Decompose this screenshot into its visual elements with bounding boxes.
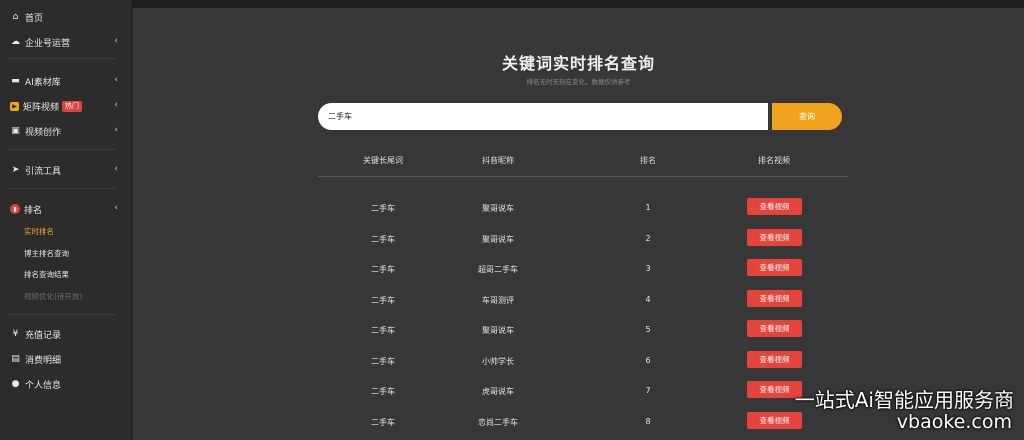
- cell-nickname: 小帅学长: [482, 356, 514, 366]
- header-divider: [318, 176, 848, 177]
- nav-ai-library-label: AI素材库: [25, 77, 61, 88]
- view-video-button[interactable]: 查看视频: [747, 320, 802, 337]
- money-icon: ▤: [11, 354, 20, 364]
- nav-consumption-label: 消费明细: [25, 355, 62, 366]
- header-keyword: 关键长尾词: [363, 156, 403, 165]
- film-icon: ▣: [11, 126, 20, 136]
- cell-nickname: 聚哥说车: [482, 204, 514, 213]
- yen-icon: ¥: [12, 329, 19, 339]
- sidebar: ⌂ 首页 ☁ 企业号运营 ‹ ▬ AI素材库 ‹ ▶ 矩阵视频 热门 ‹ ▣ 视…: [0, 0, 132, 440]
- cell-nickname: 虎哥说车: [482, 387, 514, 396]
- view-video-button[interactable]: 查看视频: [747, 259, 802, 276]
- send-icon: ➤: [11, 165, 20, 175]
- page-title: 关键词实时排名查询: [501, 54, 655, 73]
- cell-keyword: 二手车: [371, 234, 395, 244]
- folder-icon: ▬: [11, 76, 20, 86]
- ranking-icon: ▮: [10, 204, 20, 214]
- divider: [8, 188, 116, 189]
- cell-keyword: 二手车: [371, 295, 395, 305]
- divider: [8, 149, 116, 150]
- cell-nickname: 恋尚二手车: [478, 417, 518, 427]
- cell-nickname: 车哥测评: [482, 295, 514, 305]
- view-video-button[interactable]: 查看视频: [747, 289, 802, 307]
- nav-recharge-label: 充值记录: [25, 330, 62, 341]
- nav-recharge[interactable]: ¥ 充值记录: [0, 323, 132, 345]
- nav-enterprise-label: 企业号运营: [25, 38, 71, 49]
- divider: [8, 314, 116, 315]
- nav-home-label: 首页: [25, 13, 44, 24]
- cell-rank: 8: [645, 416, 651, 426]
- cell-rank: 7: [645, 386, 651, 395]
- cell-keyword: 二手车: [371, 204, 395, 213]
- cell-rank: 5: [645, 325, 651, 334]
- cloud-icon: ☁: [11, 37, 20, 47]
- nav-ai-library[interactable]: ▬ AI素材库 ‹: [0, 70, 132, 92]
- nav-matrix-video[interactable]: ▶ 矩阵视频 热门 ‹: [0, 95, 132, 117]
- cell-keyword: 二手车: [371, 387, 395, 396]
- user-icon: ●: [11, 379, 20, 389]
- cell-nickname: 聚哥说车: [482, 234, 514, 244]
- view-video-button[interactable]: 查看视频: [747, 381, 802, 398]
- page-subtitle: 排名无时无刻在变化，数据仅供参考: [526, 78, 631, 86]
- header-nickname: 抖音昵称: [482, 156, 514, 165]
- home-icon: ⌂: [12, 12, 19, 22]
- chevron-left-icon: ‹: [114, 75, 118, 85]
- cell-nickname: 超哥二手车: [478, 265, 518, 274]
- search-input[interactable]: [318, 103, 768, 130]
- nav-matrix-video-label: 矩阵视频: [23, 102, 60, 113]
- top-strip: [132, 0, 1024, 8]
- header-video: 排名视频: [758, 156, 790, 165]
- sub-video-optimize: 视频优化(待开放): [24, 292, 83, 301]
- chevron-left-icon: ‹: [114, 36, 118, 46]
- nav-ranking[interactable]: ▮ 排名 ‹: [0, 198, 132, 220]
- nav-profile[interactable]: ● 个人信息: [0, 373, 132, 395]
- hot-badge: 热门: [62, 100, 83, 112]
- nav-ranking-label: 排名: [24, 205, 43, 216]
- cell-keyword: 二手车: [371, 417, 395, 427]
- nav-traffic-tools-label: 引流工具: [25, 166, 62, 177]
- divider: [8, 58, 116, 59]
- cell-nickname: 聚哥说车: [482, 326, 514, 335]
- chevron-down-icon: ‹: [114, 203, 118, 213]
- watermark-domain: vbaoke.com: [896, 411, 1012, 433]
- cell-rank: 1: [645, 203, 651, 212]
- view-video-button[interactable]: 查看视频: [747, 411, 802, 429]
- cell-rank: 6: [645, 355, 651, 365]
- nav-enterprise[interactable]: ☁ 企业号运营 ‹: [0, 31, 132, 53]
- nav-consumption[interactable]: ▤ 消费明细: [0, 348, 132, 370]
- nav-video-creation[interactable]: ▣ 视频创作 ‹: [0, 120, 132, 142]
- view-video-button[interactable]: 查看视频: [747, 228, 802, 246]
- nav-profile-label: 个人信息: [25, 380, 62, 391]
- cell-rank: 3: [645, 264, 651, 273]
- view-video-button[interactable]: 查看视频: [747, 198, 802, 215]
- sub-realtime-ranking[interactable]: 实时排名: [24, 226, 54, 238]
- cell-keyword: 二手车: [371, 265, 395, 274]
- nav-home[interactable]: ⌂ 首页: [0, 6, 132, 28]
- chevron-left-icon: ‹: [114, 164, 118, 174]
- sub-blogger-ranking[interactable]: 博主排名查询: [24, 248, 69, 260]
- sub-ranking-results[interactable]: 排名查询结果: [24, 269, 69, 281]
- nav-video-creation-label: 视频创作: [25, 127, 62, 138]
- watermark-tagline: 一站式Ai智能应用服务商: [794, 388, 1014, 412]
- cell-keyword: 二手车: [371, 326, 395, 335]
- chevron-left-icon: ‹: [114, 100, 118, 110]
- cell-rank: 4: [645, 294, 651, 304]
- main-panel: 关键词实时排名查询 排名无时无刻在变化，数据仅供参考 查询 关键长尾词 抖音昵称…: [133, 8, 1024, 440]
- header-rank: 排名: [640, 156, 656, 165]
- nav-traffic-tools[interactable]: ➤ 引流工具 ‹: [0, 159, 132, 181]
- view-video-button[interactable]: 查看视频: [747, 350, 802, 368]
- search-button[interactable]: 查询: [772, 103, 842, 130]
- cell-keyword: 二手车: [371, 356, 395, 366]
- cell-rank: 2: [645, 233, 651, 243]
- chevron-left-icon: ‹: [114, 125, 118, 135]
- video-icon: ▶: [10, 101, 19, 111]
